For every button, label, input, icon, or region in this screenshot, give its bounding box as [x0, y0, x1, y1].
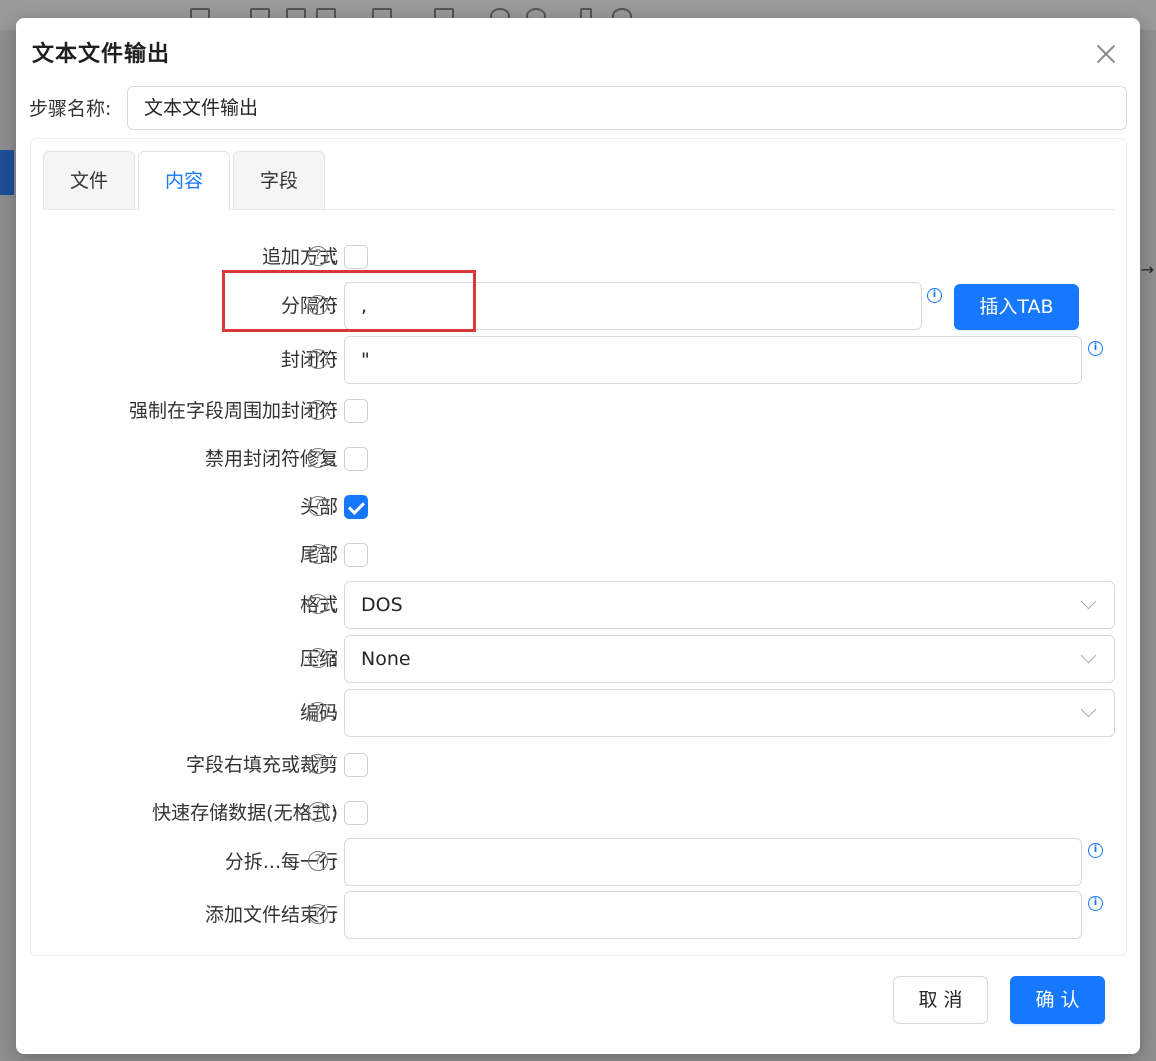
disable-enclosure-fix-row: 禁用封闭符修复 ? : — [31, 435, 1128, 483]
help-icon[interactable]: ? — [308, 594, 328, 614]
help-icon[interactable]: ? — [308, 496, 328, 516]
colon: : — [331, 544, 338, 566]
colon: : — [331, 246, 338, 268]
footer-checkbox[interactable] — [344, 543, 368, 567]
format-value: DOS — [361, 594, 403, 616]
append-checkbox[interactable] — [344, 245, 368, 269]
fast-dump-row: 快速存储数据(无格式) ? : — [31, 789, 1128, 837]
header-checkbox[interactable] — [344, 495, 368, 519]
chevron-down-icon — [1080, 701, 1097, 718]
colon: : — [331, 754, 338, 776]
enclosure-input[interactable]: " — [344, 336, 1082, 384]
force-enclosure-checkbox[interactable] — [344, 399, 368, 423]
split-every-input[interactable] — [344, 838, 1082, 886]
right-pad-row: 字段右填充或裁剪 ? : — [31, 741, 1128, 789]
colon: : — [331, 802, 338, 824]
insert-tab-button[interactable]: 插入TAB — [954, 284, 1079, 330]
fast-dump-checkbox[interactable] — [344, 801, 368, 825]
confirm-button[interactable]: 确 认 — [1010, 976, 1105, 1024]
force-enclosure-row: 强制在字段周围加封闭符 ? : — [31, 387, 1128, 435]
info-icon: i — [927, 288, 942, 303]
info-icon: i — [1088, 341, 1103, 356]
footer-row: 尾部 ? : — [31, 531, 1128, 579]
tab-file[interactable]: 文件 — [43, 151, 135, 209]
separator-input[interactable]: , — [344, 282, 922, 330]
step-name-label: 步骤名称: — [29, 98, 112, 120]
format-row: 格式 ? : DOS — [31, 581, 1128, 629]
help-icon[interactable]: ? — [308, 754, 328, 774]
encoding-row: 编码 ? : — [31, 689, 1128, 737]
chevron-down-icon — [1080, 593, 1097, 610]
colon: : — [331, 295, 338, 317]
colon: : — [331, 702, 338, 724]
content-panel: 文件 内容 字段 追加方式 ? : 分隔符 ? : , i 插入TAB 封闭符 … — [30, 138, 1127, 956]
help-icon[interactable]: ? — [308, 851, 328, 871]
colon: : — [331, 851, 338, 873]
background-arrow-icon: → — [1140, 260, 1154, 279]
split-every-row: 分拆...每一行 ? : i — [31, 838, 1128, 886]
help-icon[interactable]: ? — [308, 400, 328, 420]
help-icon[interactable]: ? — [308, 702, 328, 722]
dialog-title: 文本文件输出 — [32, 42, 171, 67]
step-name-input[interactable]: 文本文件输出 — [127, 86, 1127, 130]
colon: : — [331, 594, 338, 616]
colon: : — [331, 400, 338, 422]
help-icon[interactable]: ? — [308, 448, 328, 468]
compression-row: 压缩 ? : None — [31, 635, 1128, 683]
separator-row: 分隔符 ? : , i 插入TAB — [31, 282, 1128, 330]
close-icon[interactable] — [1092, 40, 1120, 68]
append-row: 追加方式 ? : — [31, 233, 1128, 281]
background-sidebar-selection — [0, 150, 14, 195]
force-enclosure-label: 强制在字段周围加封闭符 — [128, 400, 338, 422]
compression-value: None — [361, 648, 411, 670]
help-icon[interactable]: ? — [308, 246, 328, 266]
colon: : — [331, 904, 338, 926]
chevron-down-icon — [1080, 647, 1097, 664]
info-icon: i — [1088, 843, 1103, 858]
encoding-select[interactable] — [344, 689, 1115, 737]
help-icon[interactable]: ? — [308, 802, 328, 822]
colon: : — [331, 448, 338, 470]
help-icon[interactable]: ? — [308, 295, 328, 315]
info-icon: i — [1088, 896, 1103, 911]
tab-content[interactable]: 内容 — [138, 151, 230, 210]
tab-fields[interactable]: 字段 — [233, 151, 325, 209]
disable-enclosure-fix-checkbox[interactable] — [344, 447, 368, 471]
text-file-output-dialog: 文本文件输出 步骤名称: 文本文件输出 文件 内容 字段 追加方式 ? : 分隔… — [16, 18, 1140, 1054]
tab-bar: 文件 内容 字段 — [43, 151, 1115, 210]
end-line-input[interactable] — [344, 891, 1082, 939]
end-line-row: 添加文件结束行 ? : i — [31, 891, 1128, 939]
header-row: 头部 ? : — [31, 483, 1128, 531]
cancel-button[interactable]: 取 消 — [893, 976, 988, 1024]
colon: : — [331, 349, 338, 371]
format-select[interactable]: DOS — [344, 581, 1115, 629]
help-icon[interactable]: ? — [308, 349, 328, 369]
right-pad-checkbox[interactable] — [344, 753, 368, 777]
colon: : — [331, 496, 338, 518]
enclosure-row: 封闭符 ? : " i — [31, 336, 1128, 384]
help-icon[interactable]: ? — [308, 544, 328, 564]
colon: : — [331, 648, 338, 670]
help-icon[interactable]: ? — [308, 904, 328, 924]
compression-select[interactable]: None — [344, 635, 1115, 683]
help-icon[interactable]: ? — [308, 648, 328, 668]
